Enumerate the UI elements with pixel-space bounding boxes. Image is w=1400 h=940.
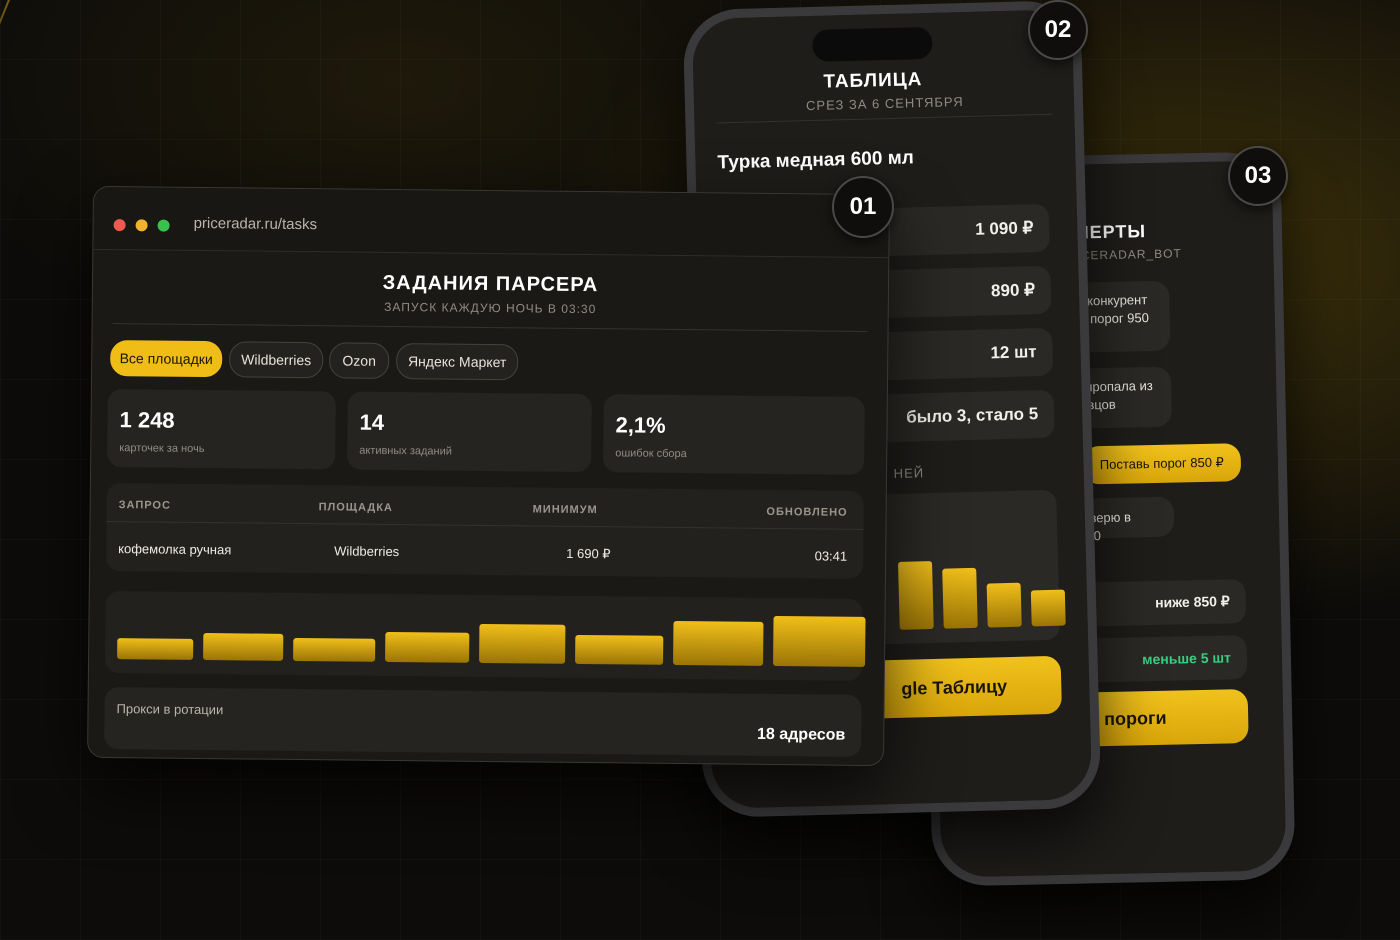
proxy-label: Прокси в ротации — [116, 701, 224, 718]
reply-bubble: Поставь порог 850 ₽ — [1082, 443, 1242, 485]
divider — [106, 521, 864, 530]
chart-bar — [203, 633, 284, 661]
chart-bar — [773, 615, 866, 667]
table-subtitle: СРЕЗ ЗА 6 СЕНТЯБРЯ — [805, 94, 964, 114]
activity-chart — [104, 590, 866, 681]
chart-bar — [942, 567, 978, 629]
stat-value: 1 248 — [119, 407, 175, 433]
column-header-platform[interactable]: ПЛОЩАДКА — [319, 501, 393, 514]
product-name: Турка медная 600 мл — [717, 147, 915, 174]
browser-window: priceradar.ru/tasks ЗАДАНИЯ ПАРСЕРА ЗАПУ… — [87, 185, 890, 767]
step-badge-02: 02 — [1028, 0, 1088, 60]
filter-wildberries[interactable]: Wildberries — [229, 341, 324, 379]
proxy-value: 18 адресов — [756, 725, 846, 744]
column-header-query[interactable]: ЗАПРОС — [119, 499, 171, 512]
chart-bar — [986, 582, 1022, 628]
stat-value: 2,1% — [615, 412, 666, 438]
page-subtitle: ЗАПУСК КАЖДУЮ НОЧЬ В 03:30 — [384, 299, 597, 317]
phone-notch — [812, 26, 933, 62]
filter-ozon[interactable]: Ozon — [329, 342, 390, 379]
stat-value: 14 — [359, 409, 385, 435]
close-dot[interactable] — [113, 219, 126, 232]
cell-query[interactable]: кофемолка ручная — [118, 541, 231, 557]
chart-bar — [575, 634, 664, 665]
cell-updated: 03:41 — [814, 548, 848, 564]
stat-label: ошибок сбора — [615, 447, 687, 461]
stat-errors: 2,1% ошибок сбора — [603, 394, 865, 475]
proxy-card: Прокси в ротации 18 адресов — [104, 686, 862, 757]
step-badge-01: 01 — [832, 176, 894, 238]
chart-bar — [479, 623, 566, 664]
stat-tasks: 14 активных заданий — [347, 391, 592, 473]
chart-bar — [673, 620, 764, 666]
alerts-subtitle: ICERADAR_BOT — [1076, 246, 1182, 263]
browser-titlebar: priceradar.ru/tasks — [93, 186, 889, 259]
stat-label: активных заданий — [359, 444, 453, 458]
chart-bar — [1030, 589, 1066, 627]
table-title: ТАБЛИЦА — [823, 69, 923, 93]
filter-all[interactable]: Все площадки — [110, 340, 223, 378]
step-badge-03: 03 — [1228, 146, 1288, 206]
chart-bar — [117, 638, 194, 660]
tasks-table: ЗАПРОС ПЛОЩАДКА МИНИМУМ ОБНОВЛЕНО кофемо… — [105, 483, 864, 579]
divider — [716, 113, 1053, 124]
column-header-updated[interactable]: ОБНОВЛЕНО — [766, 506, 847, 519]
chart-bar — [385, 631, 470, 663]
minimize-dot[interactable] — [135, 219, 148, 232]
page-title: ЗАДАНИЯ ПАРСЕРА — [382, 271, 599, 297]
chart-bar — [293, 637, 376, 662]
cell-platform: Wildberries — [334, 543, 400, 560]
chart-bar — [898, 561, 934, 630]
cell-minimum: 1 690 ₽ — [566, 545, 611, 562]
zoom-dot[interactable] — [157, 219, 170, 232]
divider — [112, 323, 868, 332]
filter-yandex-market[interactable]: Яндекс Маркет — [396, 343, 519, 381]
column-header-minimum[interactable]: МИНИМУМ — [533, 503, 598, 516]
stat-cards: 1 248 карточек за ночь — [107, 389, 336, 470]
address-bar[interactable]: priceradar.ru/tasks — [194, 215, 318, 233]
section-label: НЕЙ — [893, 465, 925, 481]
stat-label: карточек за ночь — [119, 442, 205, 456]
